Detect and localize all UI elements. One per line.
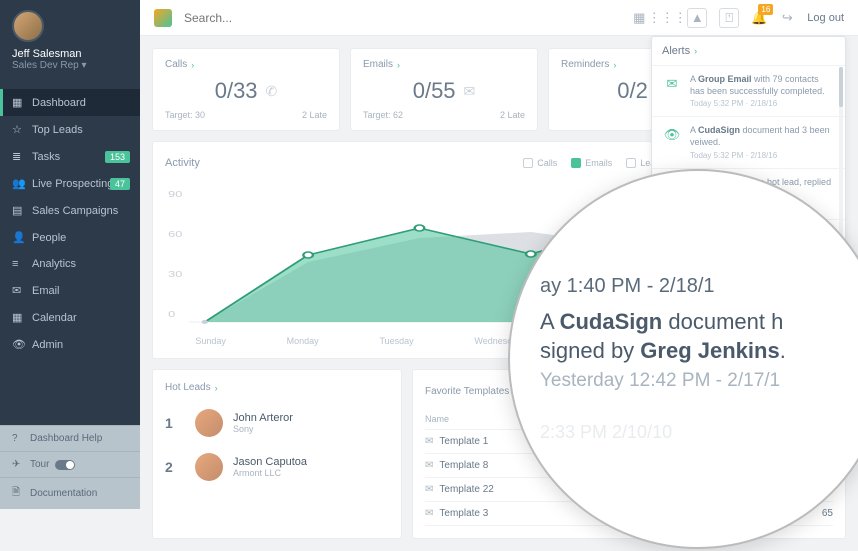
card-calls[interactable]: Calls› 0/33✆ Target: 302 Late: [152, 48, 340, 131]
nav-sales-campaigns[interactable]: ▤Sales Campaigns: [0, 197, 140, 224]
zoom-alert-line2: signed by Greg Jenkins.: [540, 337, 846, 366]
nav-live-prospecting[interactable]: 👥Live Prospecting47: [0, 170, 140, 197]
email-icon: ✉: [12, 284, 24, 297]
nav-tasks[interactable]: ≣Tasks153: [0, 143, 140, 170]
nav-email[interactable]: ✉Email: [0, 277, 140, 304]
scrollbar[interactable]: [839, 67, 843, 259]
alert-item[interactable]: 👁 A CudaSign document had 3 been veiwed.…: [652, 117, 845, 168]
people-icon: 👥: [12, 177, 24, 190]
grid-icon[interactable]: ▦: [631, 10, 647, 26]
plane-icon: ✈: [12, 459, 24, 470]
svg-text:0: 0: [168, 310, 175, 319]
user-name: Jeff Salesman: [12, 48, 128, 60]
arrow-icon: ›: [397, 60, 400, 70]
eye-icon: 👁: [662, 125, 682, 145]
envelope-icon: ✉: [662, 74, 682, 94]
list-icon: ≣: [12, 150, 24, 163]
bell-icon[interactable]: 🔔16: [751, 10, 767, 26]
zoom-alert-time: Yesterday 12:42 PM - 2/17/1: [540, 370, 846, 392]
arrow-icon: ›: [694, 46, 697, 56]
avatar-icon: [195, 409, 223, 437]
alert-text: A CudaSign document had 3 been veiwed.: [690, 125, 835, 148]
eye-icon: 👁: [12, 338, 24, 351]
card-emails[interactable]: Emails› 0/55✉ Target: 622 Late: [350, 48, 538, 131]
zoom-prev-time: ay 1:40 PM - 2/18/1: [540, 275, 846, 298]
avatar[interactable]: [12, 10, 44, 42]
star-icon: ☆: [12, 123, 24, 136]
nav-list: ▦Dashboard ☆Top Leads ≣Tasks153 👥Live Pr…: [0, 89, 140, 358]
nav-dashboard[interactable]: ▦Dashboard: [0, 89, 140, 116]
svg-text:60: 60: [168, 230, 182, 239]
dashboard-icon: ▦: [12, 96, 24, 109]
nav-top-leads[interactable]: ☆Top Leads: [0, 116, 140, 143]
phone-icon: ✆: [266, 83, 278, 100]
svg-text:90: 90: [168, 190, 182, 199]
hot-lead-row[interactable]: 2 Jason CaputoaArmont LLC: [165, 445, 389, 489]
help-icon: ?: [12, 433, 24, 444]
footer-help[interactable]: ?Dashboard Help: [0, 425, 140, 451]
apps-icon[interactable]: ⋮⋮⋮: [659, 10, 675, 26]
topbar: ▦ ⋮⋮⋮ ▲ ⍞ 🔔16 ↪ Log out: [140, 0, 858, 36]
envelope-icon: ✉: [425, 484, 433, 495]
nav-calendar[interactable]: ▦Calendar: [0, 304, 140, 331]
nav-admin[interactable]: 👁Admin: [0, 331, 140, 358]
logout-icon[interactable]: ↪: [779, 10, 795, 26]
calendar-icon: ▦: [12, 311, 24, 324]
tasks-badge: 153: [105, 151, 130, 163]
nav-analytics[interactable]: ≡Analytics: [0, 251, 140, 277]
notif-badge: 16: [758, 4, 773, 15]
person-icon: 👤: [12, 231, 24, 244]
zoom-next-time: 2:33 PM 2/10/10: [540, 422, 846, 443]
envelope-icon: ✉: [425, 436, 433, 447]
envelope-icon: ✉: [464, 83, 476, 100]
legend-calls[interactable]: Calls: [523, 158, 557, 168]
alert-item[interactable]: ✉ A Group Email with 79 contacts has bee…: [652, 66, 845, 117]
logout-button[interactable]: Log out: [807, 12, 844, 24]
legend-emails[interactable]: Emails: [571, 158, 612, 168]
footer-docs[interactable]: 🗎Documentation: [0, 477, 140, 509]
arrow-icon: ›: [191, 60, 194, 70]
search-input[interactable]: [184, 11, 631, 25]
arrow-icon: ›: [215, 383, 218, 393]
sidebar: Jeff Salesman Sales Dev Rep ▾ ▦Dashboard…: [0, 0, 140, 509]
logo[interactable]: [154, 9, 172, 27]
svg-text:30: 30: [168, 270, 182, 279]
chat-icon: ▤: [12, 204, 24, 217]
up-icon[interactable]: ▲: [687, 8, 707, 28]
tour-toggle[interactable]: [55, 460, 75, 470]
zoom-alert-line1: A CudaSign document h: [540, 308, 846, 337]
alerts-header[interactable]: Alerts›: [652, 37, 845, 66]
analytics-icon: ≡: [12, 258, 24, 270]
avatar-icon: [195, 453, 223, 481]
hot-lead-row[interactable]: 1 John ArterorSony: [165, 401, 389, 445]
prospecting-badge: 47: [110, 178, 130, 190]
user-role: Sales Dev Rep ▾: [12, 60, 128, 71]
footer-nav: ?Dashboard Help ✈Tour 🗎Documentation: [0, 425, 140, 509]
envelope-icon: ✉: [425, 460, 433, 471]
hot-leads-card: Hot Leads› 1 John ArterorSony 2 Jason Ca…: [152, 369, 402, 539]
arrow-icon: ›: [613, 60, 616, 70]
envelope-icon: ✉: [425, 508, 433, 519]
footer-tour[interactable]: ✈Tour: [0, 451, 140, 477]
activity-title: Activity: [165, 157, 200, 169]
alert-text: A Group Email with 79 contacts has been …: [690, 74, 835, 97]
filter-icon[interactable]: ⍞: [719, 8, 739, 28]
doc-icon: 🗎: [12, 485, 24, 502]
nav-people[interactable]: 👤People: [0, 224, 140, 251]
